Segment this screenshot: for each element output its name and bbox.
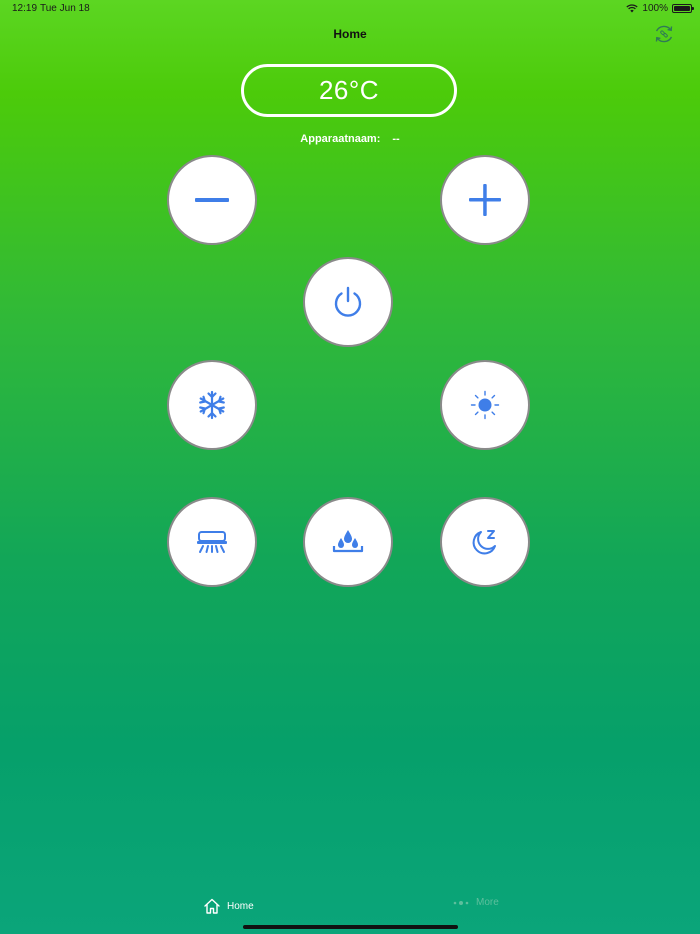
status-bar: 12:19 Tue Jun 18 100% <box>0 0 700 18</box>
power-button[interactable] <box>303 257 393 347</box>
air-vent-icon <box>197 531 227 553</box>
tab-more-label: More <box>476 897 499 908</box>
sun-icon <box>470 390 500 420</box>
temperature-value: 26°C <box>318 75 380 105</box>
moon-sleep-icon <box>472 530 496 555</box>
sleep-mode-button[interactable] <box>440 497 530 587</box>
water-drops-icon <box>332 530 364 553</box>
dots-icon <box>453 900 469 905</box>
refresh-button[interactable] <box>652 22 676 46</box>
tab-home-label: Home <box>227 900 254 912</box>
power-icon <box>334 286 362 317</box>
increase-temp-button[interactable] <box>440 155 530 245</box>
device-name-label: Apparaatnaam: <box>300 133 381 145</box>
home-indicator <box>243 925 458 929</box>
temperature-display: 26°C <box>241 64 457 117</box>
tab-home[interactable]: Home <box>203 897 254 915</box>
minus-icon <box>195 198 229 202</box>
heat-mode-button[interactable] <box>440 360 530 450</box>
fan-mode-button[interactable] <box>167 497 257 587</box>
page-title: Home <box>333 27 367 41</box>
cool-mode-button[interactable] <box>167 360 257 450</box>
dry-mode-button[interactable] <box>303 497 393 587</box>
status-date: Tue Jun 18 <box>40 3 90 14</box>
battery-percent: 100% <box>642 3 668 14</box>
status-indicators: 100% <box>626 3 694 14</box>
battery-icon <box>672 4 694 13</box>
status-time: 12:19 <box>12 3 38 14</box>
tab-more[interactable]: More <box>452 897 499 908</box>
device-name-row: Apparaatnaam: -- <box>0 133 700 145</box>
decrease-temp-button[interactable] <box>167 155 257 245</box>
device-name-value: -- <box>392 133 400 145</box>
refresh-link-icon <box>655 25 673 43</box>
wifi-icon <box>626 4 639 13</box>
house-icon <box>204 898 220 914</box>
snowflake-icon <box>199 390 225 420</box>
plus-icon <box>469 184 501 216</box>
